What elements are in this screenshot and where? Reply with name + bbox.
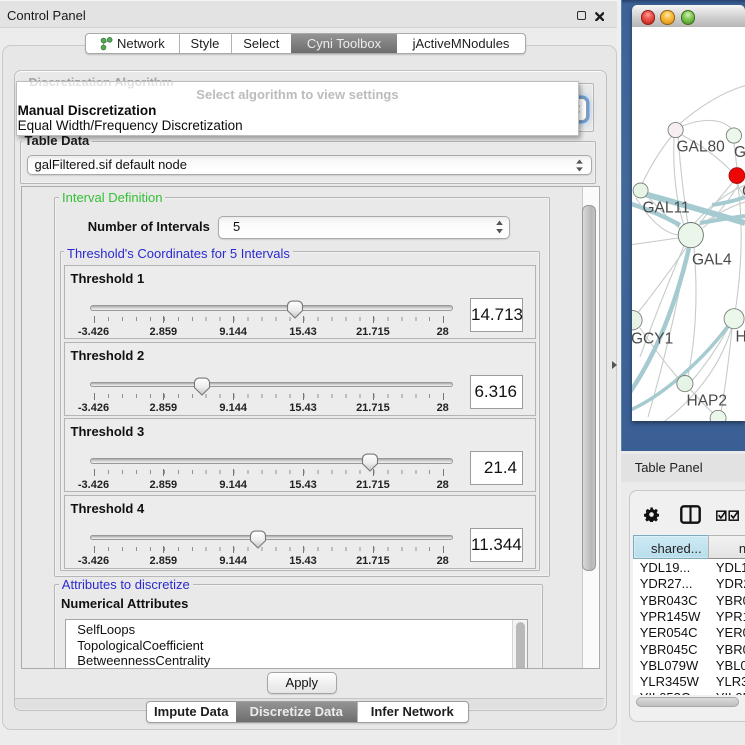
svg-text:GAL4: GAL4 (692, 252, 732, 269)
svg-text:H: H (736, 329, 745, 346)
svg-text:GA: GA (734, 144, 745, 161)
svg-text:GCY1: GCY1 (632, 331, 673, 348)
svg-text:HAP2: HAP2 (687, 393, 728, 410)
svg-text:GAL11: GAL11 (643, 200, 690, 217)
svg-text:GAL80: GAL80 (677, 139, 726, 156)
